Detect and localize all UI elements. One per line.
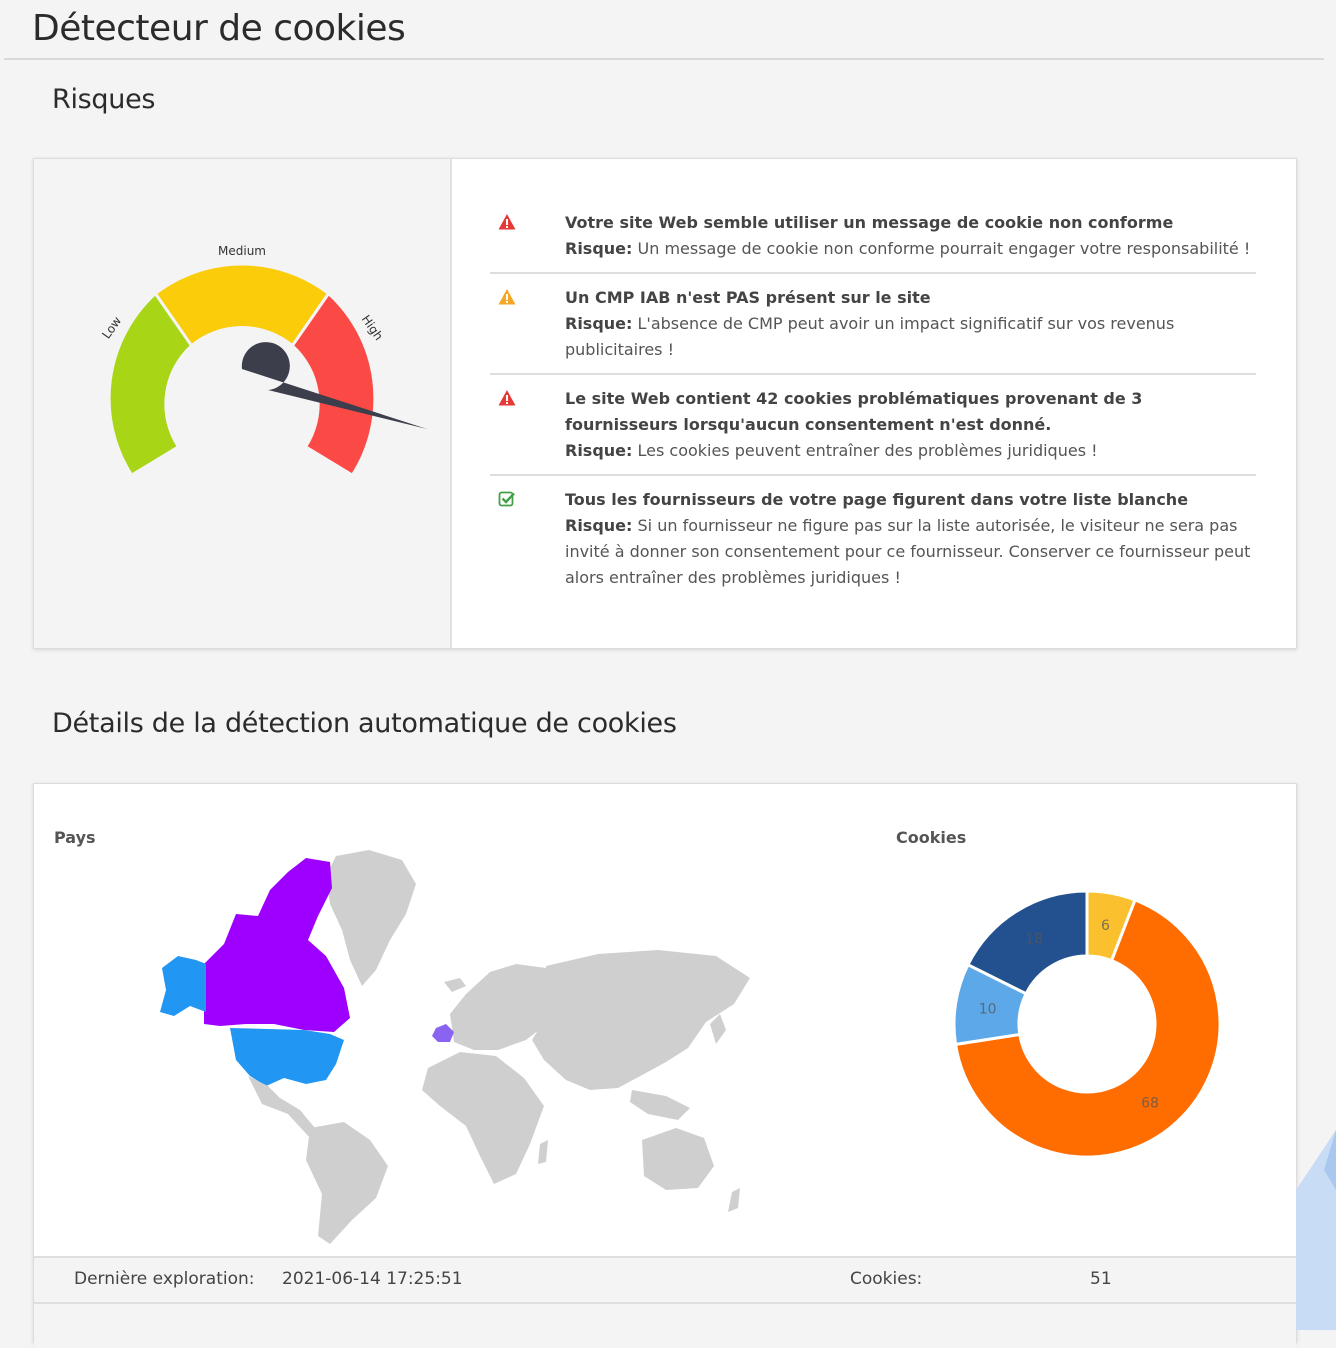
info-value-last-crawl: 2021-06-14 17:25:51	[282, 1269, 463, 1289]
donut-slice-label: 6	[1101, 918, 1110, 934]
risk-item: Tous les fournisseurs de votre page figu…	[490, 476, 1256, 601]
cookies-donut-chart: 6 68 10 18	[952, 889, 1222, 1159]
risk-list: Votre site Web semble utiliser un messag…	[490, 199, 1256, 601]
map-region-south-america[interactable]	[306, 1122, 388, 1244]
warning-red-icon	[498, 390, 516, 406]
risk-item-title: Le site Web contient 42 cookies probléma…	[565, 389, 1143, 434]
info-row: Dernière exploration: 2021-06-14 17:25:5…	[34, 1256, 1296, 1302]
map-region-canada[interactable]	[204, 858, 350, 1032]
risk-description: Les cookies peuvent entraîner des problè…	[637, 441, 1098, 460]
risk-description: Un message de cookie non conforme pourra…	[637, 239, 1251, 258]
map-region-alaska[interactable]	[160, 956, 206, 1016]
risk-item-text: Risque: L'absence de CMP peut avoir un i…	[565, 311, 1256, 363]
donut-slice-label: 68	[1141, 1095, 1159, 1111]
details-card: Pays Cookies 6 68 10 18 Dernière explora…	[33, 783, 1297, 1348]
risk-section-title: Risques	[52, 84, 156, 115]
risk-gauge-panel: Low Medium High	[34, 159, 452, 648]
map-label: Pays	[54, 828, 96, 847]
title-divider	[4, 58, 1324, 60]
map-region-southeast-asia[interactable]	[630, 1090, 690, 1120]
map-region-usa[interactable]	[230, 1028, 344, 1086]
info-value-cookies: 51	[1090, 1269, 1112, 1289]
page-title: Détecteur de cookies	[32, 8, 406, 49]
donut-segments	[952, 889, 1222, 1159]
map-region-australia[interactable]	[642, 1128, 714, 1190]
risk-card: Low Medium High Votre site Web semble ut…	[33, 158, 1297, 649]
donut-label: Cookies	[896, 828, 967, 847]
warning-orange-icon	[498, 289, 516, 305]
donut-slice-label: 18	[1025, 932, 1043, 948]
info-label-cookies: Cookies:	[850, 1269, 923, 1289]
map-region-madagascar[interactable]	[538, 1140, 548, 1164]
map-region-france[interactable]	[432, 1024, 454, 1042]
corner-accent-shape	[1296, 1130, 1336, 1330]
gauge-label-medium: Medium	[218, 244, 266, 258]
risk-label: Risque:	[565, 441, 633, 460]
risk-description: L'absence de CMP peut avoir un impact si…	[565, 314, 1175, 359]
map-region-japan[interactable]	[710, 1014, 726, 1044]
risk-description: Si un fournisseur ne figure pas sur la l…	[565, 516, 1251, 587]
risk-item: Un CMP IAB n'est PAS présent sur le site…	[490, 274, 1256, 375]
map-region-africa[interactable]	[422, 1052, 544, 1184]
world-map	[160, 850, 750, 1244]
check-green-icon	[498, 491, 515, 507]
risk-label: Risque:	[565, 239, 633, 258]
risk-label: Risque:	[565, 516, 633, 535]
warning-red-icon	[498, 214, 516, 230]
map-region-new-zealand[interactable]	[728, 1188, 740, 1212]
info-row	[34, 1302, 1296, 1348]
donut-slice-label: 10	[979, 1002, 997, 1018]
map-region-iceland[interactable]	[444, 978, 466, 992]
risk-item: Le site Web contient 42 cookies probléma…	[490, 375, 1256, 476]
risk-item-title: Tous les fournisseurs de votre page figu…	[565, 490, 1189, 509]
info-table: Dernière exploration: 2021-06-14 17:25:5…	[34, 1256, 1296, 1348]
risk-item-text: Risque: Un message de cookie non conform…	[565, 236, 1256, 262]
info-label-last-crawl: Dernière exploration:	[74, 1269, 255, 1289]
details-section-title: Détails de la détection automatique de c…	[52, 708, 677, 739]
risk-gauge: Low Medium High	[99, 244, 427, 478]
risk-label: Risque:	[565, 314, 633, 333]
risk-item-title: Votre site Web semble utiliser un messag…	[565, 213, 1174, 232]
gauge-label-low: Low	[99, 314, 124, 342]
risk-item: Votre site Web semble utiliser un messag…	[490, 199, 1256, 274]
risk-item-title: Un CMP IAB n'est PAS présent sur le site	[565, 288, 931, 307]
map-region-greenland[interactable]	[326, 850, 416, 986]
risk-item-text: Risque: Si un fournisseur ne figure pas …	[565, 513, 1256, 591]
map-region-mexico[interactable]	[248, 1076, 320, 1138]
risk-item-text: Risque: Les cookies peuvent entraîner de…	[565, 438, 1256, 464]
